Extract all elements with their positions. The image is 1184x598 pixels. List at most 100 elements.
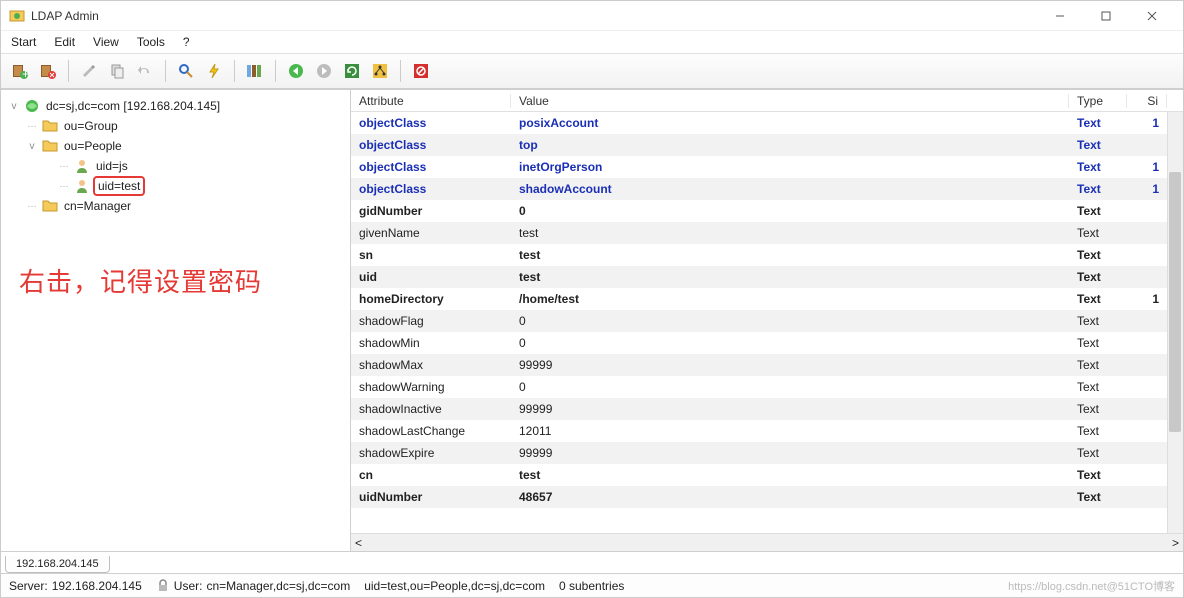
- cell-value: 0: [511, 204, 1069, 218]
- grid-row[interactable]: shadowExpire99999Text: [351, 442, 1183, 464]
- directory-tree[interactable]: v dc=sj,dc=com [192.168.204.145] ⋯ ou=Gr…: [3, 94, 348, 218]
- toolbar-sep: [275, 60, 276, 82]
- watermark: https://blog.csdn.net@51CTO博客: [1008, 578, 1175, 594]
- svg-text:+: +: [22, 67, 29, 80]
- expand-toggle[interactable]: v: [7, 101, 21, 112]
- user-icon: [74, 158, 90, 174]
- grid-row[interactable]: objectClassinetOrgPersonText1: [351, 156, 1183, 178]
- menu-edit[interactable]: Edit: [54, 35, 75, 49]
- scrollbar-thumb[interactable]: [1169, 172, 1181, 432]
- connection-tab[interactable]: 192.168.204.145: [5, 556, 110, 573]
- cell-attribute: objectClass: [351, 182, 511, 196]
- cell-attribute: shadowFlag: [351, 314, 511, 328]
- vertical-scrollbar[interactable]: [1167, 112, 1183, 533]
- connection-tabs: 192.168.204.145: [1, 551, 1183, 573]
- header-size[interactable]: Si: [1127, 94, 1167, 108]
- statusbar: Server: 192.168.204.145 User: cn=Manager…: [1, 573, 1183, 597]
- cell-type: Text: [1069, 292, 1127, 306]
- grid-row[interactable]: objectClassshadowAccountText1: [351, 178, 1183, 200]
- copy-icon[interactable]: [104, 58, 130, 84]
- cell-type: Text: [1069, 490, 1127, 504]
- tree-root[interactable]: v dc=sj,dc=com [192.168.204.145]: [7, 96, 344, 116]
- book-add-icon[interactable]: +: [7, 58, 33, 84]
- tree-label: ou=People: [61, 138, 125, 154]
- close-button[interactable]: [1129, 1, 1175, 31]
- cell-attribute: objectClass: [351, 116, 511, 130]
- cell-type: Text: [1069, 116, 1127, 130]
- refresh-icon[interactable]: [339, 58, 365, 84]
- grid-row[interactable]: gidNumber0Text: [351, 200, 1183, 222]
- scroll-right-icon[interactable]: >: [1172, 536, 1179, 550]
- grid-row[interactable]: givenNametestText: [351, 222, 1183, 244]
- cell-value: 0: [511, 380, 1069, 394]
- cell-type: Text: [1069, 446, 1127, 460]
- book-delete-icon[interactable]: [35, 58, 61, 84]
- header-value[interactable]: Value: [511, 94, 1069, 108]
- tree-item-people[interactable]: v ou=People: [7, 136, 344, 156]
- grid-row[interactable]: homeDirectory/home/testText1: [351, 288, 1183, 310]
- cell-value: test: [511, 226, 1069, 240]
- menu-view[interactable]: View: [93, 35, 119, 49]
- status-subentries-value: 0 subentries: [559, 579, 624, 593]
- menu-start[interactable]: Start: [11, 35, 36, 49]
- header-type[interactable]: Type: [1069, 94, 1127, 108]
- edit-icon[interactable]: [76, 58, 102, 84]
- cell-type: Text: [1069, 248, 1127, 262]
- grid-row[interactable]: shadowMax99999Text: [351, 354, 1183, 376]
- status-user-label: User:: [174, 579, 203, 593]
- grid-row[interactable]: sntestText: [351, 244, 1183, 266]
- cell-value: 0: [511, 336, 1069, 350]
- back-icon[interactable]: [283, 58, 309, 84]
- menu-help[interactable]: ?: [183, 35, 190, 49]
- cell-type: Text: [1069, 358, 1127, 372]
- status-subentries: 0 subentries: [559, 579, 624, 593]
- tree-item-group[interactable]: ⋯ ou=Group: [7, 116, 344, 136]
- cell-attribute: gidNumber: [351, 204, 511, 218]
- maximize-button[interactable]: [1083, 1, 1129, 31]
- grid-row[interactable]: uidNumber48657Text: [351, 486, 1183, 508]
- tree-item-manager[interactable]: ⋯ cn=Manager: [7, 196, 344, 216]
- stop-icon[interactable]: [408, 58, 434, 84]
- cell-type: Text: [1069, 314, 1127, 328]
- cell-value: top: [511, 138, 1069, 152]
- tree-item-uid-test[interactable]: ⋯ uid=test: [7, 176, 344, 196]
- undo-icon[interactable]: [132, 58, 158, 84]
- books-icon[interactable]: [242, 58, 268, 84]
- grid-row[interactable]: shadowLastChange12011Text: [351, 420, 1183, 442]
- menu-tools[interactable]: Tools: [137, 35, 165, 49]
- cell-value: 12011: [511, 424, 1069, 438]
- minimize-button[interactable]: [1037, 1, 1083, 31]
- grid-row[interactable]: objectClassposixAccountText1: [351, 112, 1183, 134]
- grid-row[interactable]: cntestText: [351, 464, 1183, 486]
- annotation-text: 右击，记得设置密码: [19, 262, 262, 299]
- grid-row[interactable]: shadowMin0Text: [351, 332, 1183, 354]
- header-attribute[interactable]: Attribute: [351, 94, 511, 108]
- scroll-left-icon[interactable]: <: [355, 536, 362, 550]
- horizontal-scrollbar[interactable]: < >: [351, 533, 1183, 551]
- forward-icon[interactable]: [311, 58, 337, 84]
- grid-row[interactable]: shadowWarning0Text: [351, 376, 1183, 398]
- bolt-icon[interactable]: [201, 58, 227, 84]
- cell-value: 0: [511, 314, 1069, 328]
- expand-toggle[interactable]: v: [25, 141, 39, 152]
- cell-value: 99999: [511, 402, 1069, 416]
- menubar: Start Edit View Tools ?: [1, 31, 1183, 53]
- cell-attribute: givenName: [351, 226, 511, 240]
- cell-size: 1: [1127, 160, 1167, 174]
- grid-row[interactable]: shadowInactive99999Text: [351, 398, 1183, 420]
- cell-attribute: cn: [351, 468, 511, 482]
- grid-row[interactable]: shadowFlag0Text: [351, 310, 1183, 332]
- tree-item-uid-js[interactable]: ⋯ uid=js: [7, 156, 344, 176]
- toolbar-sep: [68, 60, 69, 82]
- tree-connector: ⋯: [25, 121, 39, 132]
- status-user: User: cn=Manager,dc=sj,dc=com: [156, 579, 350, 593]
- status-user-value: cn=Manager,dc=sj,dc=com: [206, 579, 350, 593]
- cell-type: Text: [1069, 402, 1127, 416]
- status-server-label: Server:: [9, 579, 48, 593]
- grid-row[interactable]: uidtestText: [351, 266, 1183, 288]
- search-icon[interactable]: [173, 58, 199, 84]
- status-dn: uid=test,ou=People,dc=sj,dc=com: [364, 579, 545, 593]
- grid-body[interactable]: objectClassposixAccountText1objectClasst…: [351, 112, 1183, 533]
- grid-row[interactable]: objectClasstopText: [351, 134, 1183, 156]
- tree-icon[interactable]: [367, 58, 393, 84]
